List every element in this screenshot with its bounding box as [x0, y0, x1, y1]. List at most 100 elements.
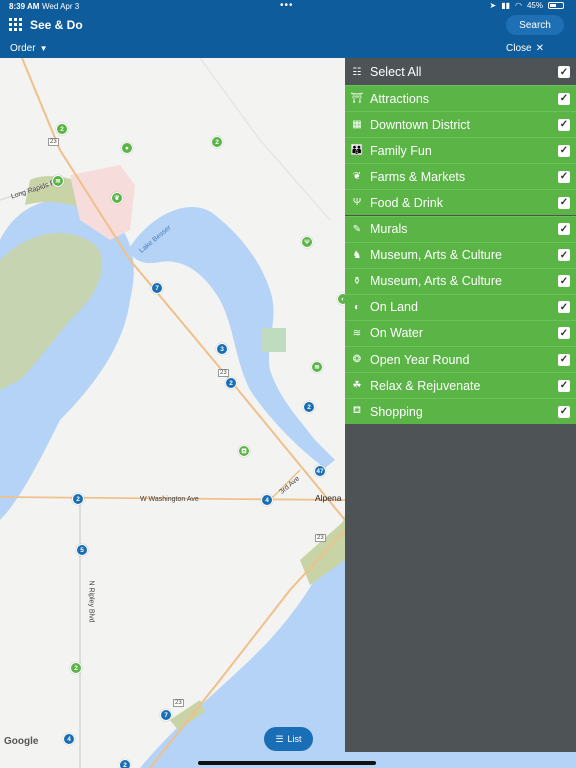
category-label: Food & Drink [370, 195, 443, 210]
map-cluster-pin[interactable]: 7 [160, 709, 172, 721]
water-pin-icon[interactable]: ≋ [52, 175, 64, 187]
category-checkbox[interactable]: ✓ [558, 249, 570, 262]
category-label: Attractions [370, 91, 430, 106]
road-label: N Ripley Blvd [87, 580, 95, 623]
category-label: Shopping [370, 404, 423, 419]
category-icon: ☘ [352, 380, 362, 392]
family-fun-pin-icon[interactable]: ● [121, 142, 133, 154]
category-label: Farms & Markets [370, 169, 466, 184]
category-row[interactable]: ⛩ Attractions ✓ [345, 85, 576, 111]
category-row[interactable]: ♞ Museum, Arts & Culture ✓ [345, 241, 576, 268]
category-checkbox[interactable]: ✓ [558, 327, 570, 340]
category-checkbox[interactable]: ✓ [558, 92, 570, 105]
map-cluster-pin[interactable]: 2 [56, 123, 68, 135]
battery-percent: 45% [526, 1, 543, 10]
status-indicators: ➤ ▮▮ ◠ 45% [489, 1, 564, 10]
category-checkbox[interactable]: ✓ [558, 379, 570, 392]
category-row[interactable]: 👪 Family Fun ✓ [345, 137, 576, 164]
food-pin-icon[interactable]: Ψ [301, 236, 313, 248]
category-row[interactable]: ✎ Murals ✓ [345, 215, 576, 242]
map-cluster-pin[interactable]: 47 [314, 465, 326, 477]
battery-icon [548, 2, 564, 9]
signal-icon: ▮▮ [501, 1, 510, 10]
category-row[interactable]: ❂ Open Year Round ✓ [345, 346, 576, 372]
category-label: Downtown District [370, 117, 471, 132]
category-icon: 👪 [350, 145, 364, 157]
category-checkbox[interactable]: ✓ [558, 144, 570, 157]
category-checkbox[interactable]: ✓ [558, 275, 570, 288]
map-cluster-pin[interactable]: 2 [119, 759, 131, 768]
shopping-pin-icon[interactable]: ⛾ [238, 445, 250, 457]
list-view-button[interactable]: ☰ List [264, 727, 313, 751]
category-row[interactable]: Ψ Food & Drink ✓ [345, 189, 576, 216]
close-label: Close [506, 43, 532, 54]
map-cluster-pin[interactable]: 5 [76, 544, 88, 556]
category-label: On Land [370, 300, 418, 315]
category-icon: ❂ [352, 354, 362, 365]
road-label: W Washington Ave [140, 496, 199, 503]
map-cluster-pin[interactable]: 3 [216, 343, 228, 355]
water-pin-icon[interactable]: ≋ [311, 361, 323, 373]
category-row[interactable]: ⛾ Shopping ✓ [345, 398, 576, 425]
map-cluster-pin[interactable]: 2 [211, 136, 223, 148]
caret-down-icon: ▼ [39, 44, 48, 53]
close-icon: ✕ [535, 43, 544, 54]
category-label: Family Fun [370, 143, 432, 158]
route-shield: 23 [315, 534, 326, 542]
category-icon: ✎ [352, 223, 362, 235]
category-label: Murals [370, 222, 408, 236]
category-checkbox[interactable]: ✓ [558, 405, 570, 418]
category-icon: ⛩ [350, 93, 364, 104]
close-button[interactable]: Close ✕ [506, 43, 544, 54]
category-checkbox[interactable]: ✓ [558, 353, 570, 366]
route-shield: 23 [48, 138, 59, 146]
farm-pin-icon[interactable]: ❦ [111, 192, 123, 204]
map-cluster-pin[interactable]: 2 [70, 662, 82, 674]
apps-grid-icon[interactable] [9, 18, 22, 31]
map-cluster-pin[interactable]: 4 [261, 494, 273, 506]
category-checkbox[interactable]: ✓ [558, 170, 570, 183]
location-icon: ➤ [489, 1, 497, 10]
route-shield: 23 [173, 699, 184, 707]
category-row[interactable]: ▦ Downtown District ✓ [345, 111, 576, 138]
category-filter-panel: ☷ Select All ✓ ⛩ Attractions ✓ ▦ Downtown Di… [345, 58, 576, 752]
category-label: Relax & Rejuvenate [370, 378, 481, 393]
map-cluster-pin[interactable]: 4 [63, 733, 75, 745]
select-all-label: Select All [370, 65, 422, 79]
category-icon: ❦ [352, 171, 362, 183]
map-cluster-pin[interactable]: 2 [72, 493, 84, 505]
home-indicator[interactable] [198, 761, 376, 765]
category-label: Museum, Arts & Culture [370, 274, 502, 289]
category-checkbox[interactable]: ✓ [558, 118, 570, 131]
category-row[interactable]: ◐ On Land ✓ [345, 293, 576, 320]
map-cluster-pin[interactable]: 2 [303, 401, 315, 413]
city-label: Alpena [315, 493, 342, 503]
category-icon: Ψ [352, 197, 362, 209]
select-all-checkbox[interactable]: ✓ [558, 66, 570, 78]
multitask-dots-icon[interactable]: ••• [280, 0, 294, 11]
app-header: 8:39 AM Wed Apr 3 ••• ➤ ▮▮ ◠ 45% See & D… [0, 0, 576, 40]
category-row[interactable]: ❦ Farms & Markets ✓ [345, 163, 576, 190]
map-cluster-pin[interactable]: 7 [151, 282, 163, 294]
category-checkbox[interactable]: ✓ [558, 196, 570, 209]
category-row[interactable]: ☘ Relax & Rejuvenate ✓ [345, 372, 576, 399]
category-label: Open Year Round [370, 352, 470, 367]
list-button-label: List [287, 734, 302, 744]
category-icon: ⛾ [352, 405, 362, 417]
category-row[interactable]: ≋ On Water ✓ [345, 319, 576, 346]
map-cluster-pin[interactable]: 2 [225, 377, 237, 389]
category-checkbox[interactable]: ✓ [558, 301, 570, 314]
wifi-icon: ◠ [515, 1, 522, 10]
search-button[interactable]: Search [506, 15, 564, 35]
order-dropdown[interactable]: Order ▼ [10, 43, 47, 54]
category-label: On Water [370, 326, 424, 341]
category-icon: ⚱ [352, 275, 362, 287]
category-checkbox[interactable]: ✓ [558, 223, 570, 235]
select-all-row[interactable]: ☷ Select All ✓ [345, 59, 576, 85]
status-date: Wed Apr 3 [42, 2, 80, 11]
order-label: Order [10, 43, 36, 54]
toolbar: Order ▼ Close ✕ [0, 40, 576, 58]
category-label: Museum, Arts & Culture [370, 248, 502, 263]
category-icon: ≋ [352, 327, 362, 339]
category-row[interactable]: ⚱ Museum, Arts & Culture ✓ [345, 267, 576, 294]
